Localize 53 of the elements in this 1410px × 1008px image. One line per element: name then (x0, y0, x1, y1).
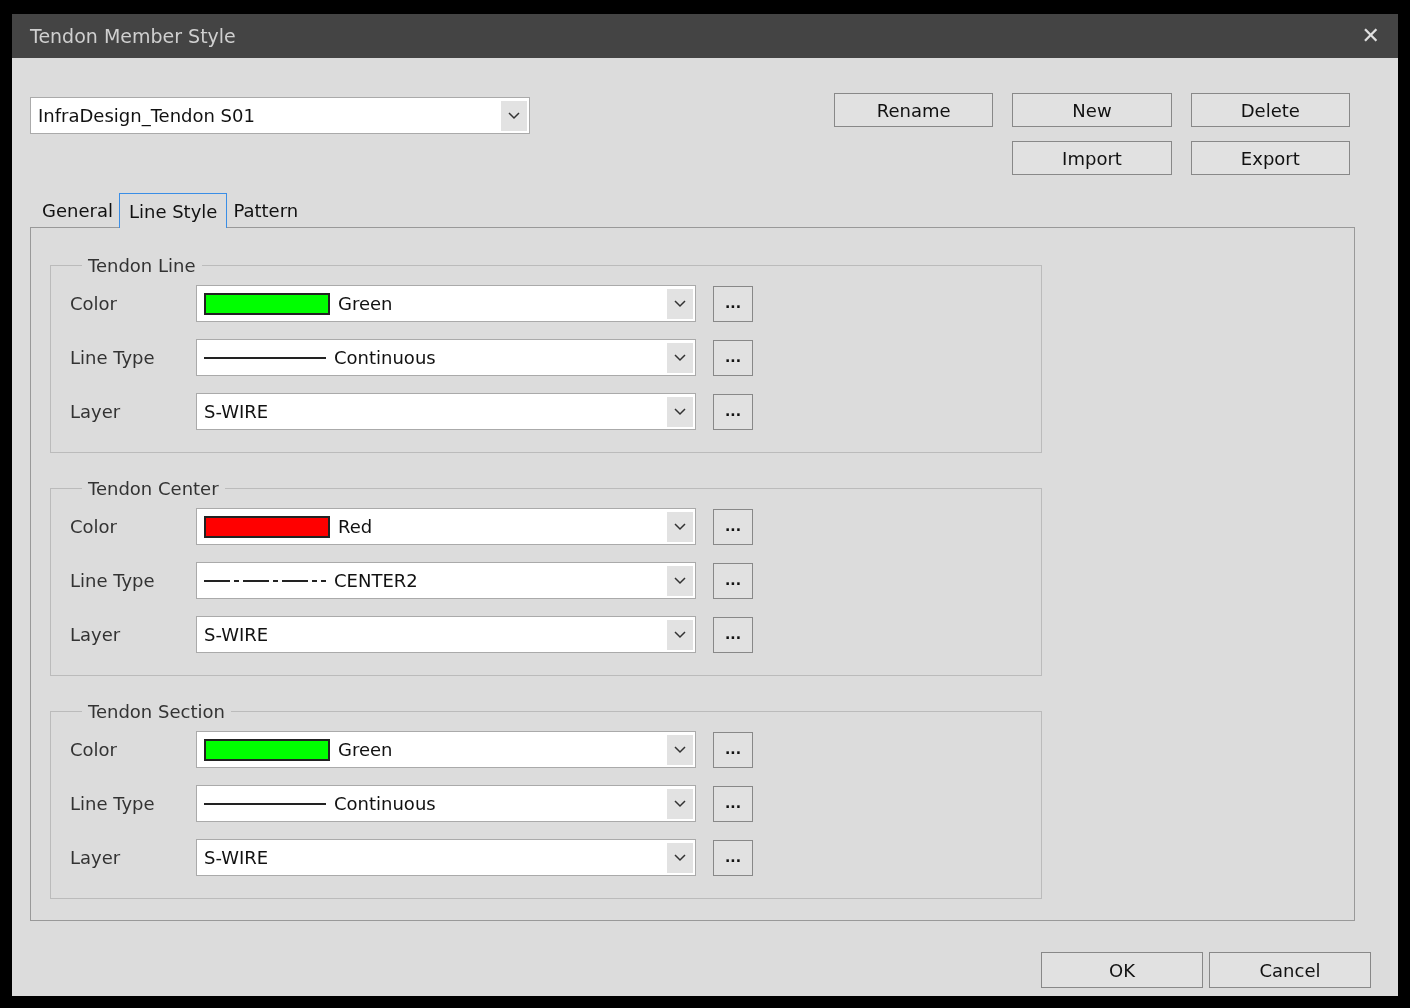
chevron-down-icon (674, 630, 686, 639)
tab[interactable]: General (36, 194, 119, 227)
dialog-button[interactable]: OK (1041, 952, 1203, 988)
field-label: Color (70, 515, 118, 539)
chevron-down-icon (674, 522, 686, 531)
field-label: Layer (70, 623, 122, 647)
chevron-down-icon (674, 576, 686, 585)
dropdown[interactable]: Continuous (196, 339, 696, 376)
chevron-down-icon (508, 111, 520, 120)
dialog-button[interactable]: Cancel (1209, 952, 1371, 988)
field-label: Line Type (70, 346, 156, 370)
dropdown[interactable]: S-WIRE (196, 839, 696, 876)
dialog-button[interactable]: Rename (834, 93, 994, 127)
tab[interactable]: Pattern (227, 194, 305, 227)
field-label: Layer (70, 846, 122, 870)
dropdown[interactable]: Continuous (196, 785, 696, 822)
dropdown[interactable]: S-WIRE (196, 616, 696, 653)
dialog-button[interactable]: Export (1190, 141, 1350, 175)
chevron-down-icon (674, 853, 686, 862)
browse-button[interactable]: ... (713, 508, 753, 545)
dropdown[interactable]: CENTER2 (196, 562, 696, 599)
browse-button[interactable]: ... (713, 616, 753, 653)
browse-button[interactable]: ... (713, 393, 753, 430)
field-label: Line Type (70, 792, 156, 816)
group-title: Tendon Line (87, 254, 197, 278)
group-title: Tendon Center (87, 477, 220, 501)
browse-button[interactable]: ... (713, 785, 753, 822)
dialog-button[interactable]: Import (1012, 141, 1172, 175)
close-button[interactable]: ✕ (1361, 25, 1380, 47)
chevron-down-icon (674, 745, 686, 754)
dialog-button[interactable]: New (1012, 93, 1172, 127)
browse-button[interactable]: ... (713, 339, 753, 376)
window-title: Tendon Member Style (30, 23, 236, 49)
chevron-down-icon (674, 353, 686, 362)
tab[interactable]: Line Style (118, 193, 228, 228)
chevron-down-icon (674, 407, 686, 416)
dropdown[interactable]: Green (196, 285, 696, 322)
dropdown[interactable]: Red (196, 508, 696, 545)
dropdown[interactable]: S-WIRE (196, 393, 696, 430)
style-dropdown[interactable]: InfraDesign_Tendon S01 (30, 97, 530, 134)
field-label: Color (70, 292, 118, 316)
field-label: Layer (70, 400, 122, 424)
field-label: Line Type (70, 569, 156, 593)
browse-button[interactable]: ... (713, 731, 753, 768)
browse-button[interactable]: ... (713, 562, 753, 599)
group-title: Tendon Section (87, 700, 226, 724)
dialog-button[interactable]: Delete (1190, 93, 1350, 127)
browse-button[interactable]: ... (713, 285, 753, 322)
browse-button[interactable]: ... (713, 839, 753, 876)
field-label: Color (70, 738, 118, 762)
chevron-down-icon (674, 799, 686, 808)
chevron-down-icon (674, 299, 686, 308)
dropdown[interactable]: Green (196, 731, 696, 768)
